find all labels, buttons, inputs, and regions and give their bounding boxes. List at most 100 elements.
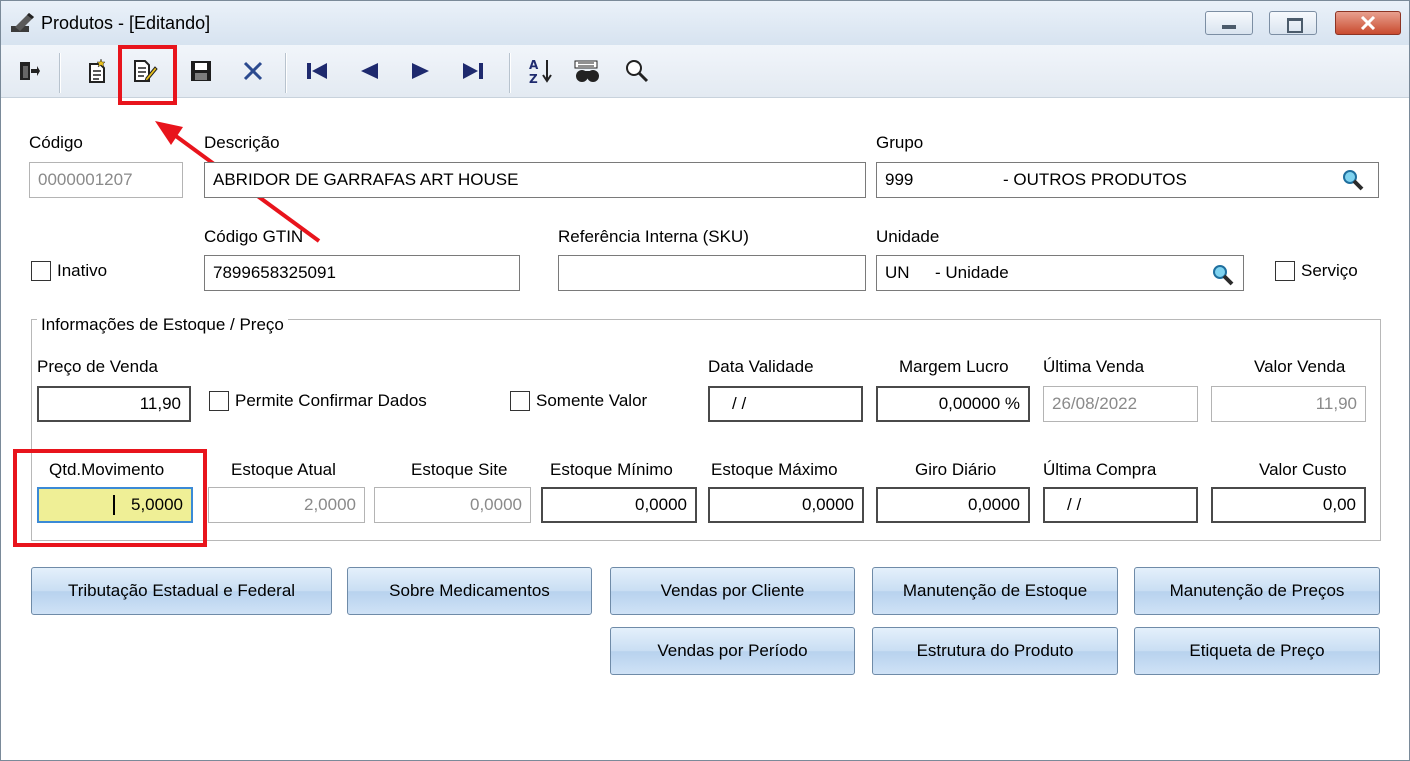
find-button[interactable]: [571, 55, 603, 87]
descricao-label: Descrição: [204, 133, 280, 152]
ultima-compra-value: / /: [1067, 495, 1082, 514]
tributacao-button-label: Tributação Estadual e Federal: [67, 581, 296, 600]
data-validade-label: Data Validade: [708, 357, 814, 376]
estoque-minimo-label: Estoque Mínimo: [550, 460, 673, 479]
grupo-label: Grupo: [876, 133, 924, 152]
estoque-site-label: Estoque Site: [411, 460, 508, 479]
next-record-button[interactable]: [405, 55, 437, 87]
estoque-minimo-field[interactable]: 0,0000: [541, 487, 697, 523]
permite-confirmar-checkbox[interactable]: [209, 391, 229, 411]
ultima-compra-field[interactable]: / /: [1043, 487, 1198, 523]
gtin-field[interactable]: 7899658325091: [204, 255, 520, 291]
app-edit-icon: [11, 13, 34, 32]
minimize-button[interactable]: [1205, 11, 1253, 35]
valor-custo-label: Valor Custo: [1259, 460, 1347, 479]
exit-button[interactable]: [13, 55, 45, 87]
grupo-name: - OUTROS PRODUTOS: [1003, 170, 1187, 189]
unidade-field[interactable]: UN - Unidade: [876, 255, 1244, 291]
descricao-value: ABRIDOR DE GARRAFAS ART HOUSE: [213, 170, 519, 189]
window: Produtos - [Editando] A Z Código 0000001…: [0, 0, 1410, 761]
margem-lucro-field[interactable]: 0,00000 %: [876, 386, 1030, 422]
giro-diario-field[interactable]: 0,0000: [876, 487, 1030, 523]
estoque-atual-label: Estoque Atual: [231, 460, 336, 479]
unidade-code: UN: [885, 263, 910, 282]
servico-checkbox[interactable]: [1275, 261, 1295, 281]
sku-field[interactable]: [558, 255, 866, 291]
qtd-movimento-highlight: [13, 449, 207, 547]
close-icon: [1360, 16, 1376, 30]
cancel-icon: [243, 61, 263, 81]
new-record-button[interactable]: [81, 55, 113, 87]
tributacao-button[interactable]: Tributação Estadual e Federal: [31, 567, 332, 615]
svg-text:A: A: [529, 58, 539, 72]
valor-venda-field[interactable]: 11,90: [1211, 386, 1366, 422]
somente-valor-checkbox[interactable]: [510, 391, 530, 411]
preco-venda-value: 11,90: [139, 394, 181, 413]
sobre-medicamentos-button[interactable]: Sobre Medicamentos: [347, 567, 592, 615]
manutencao-estoque-button[interactable]: Manutenção de Estoque: [872, 567, 1118, 615]
last-record-button[interactable]: [457, 55, 489, 87]
search-icon: [626, 60, 649, 83]
last-record-icon: [463, 63, 483, 79]
sort-az-icon: A Z: [529, 58, 552, 85]
window-title: Produtos - [Editando]: [41, 13, 211, 33]
valor-venda-label: Valor Venda: [1254, 357, 1346, 376]
close-button[interactable]: [1335, 11, 1401, 35]
ultima-venda-value: 26/08/2022: [1052, 394, 1138, 413]
estoque-site-field[interactable]: 0,0000: [374, 487, 531, 523]
estoque-atual-field[interactable]: 2,0000: [208, 487, 365, 523]
title-bar: Produtos - [Editando]: [1, 1, 1409, 45]
toolbar-separator: [509, 53, 511, 93]
grupo-lookup-icon[interactable]: [1341, 168, 1365, 192]
margem-lucro-value: 0,00000 %: [938, 394, 1020, 413]
estoque-site-value: 0,0000: [470, 495, 522, 514]
grupo-field[interactable]: 999 - OUTROS PRODUTOS: [876, 162, 1379, 198]
manutencao-estoque-button-label: Manutenção de Estoque: [902, 581, 1088, 600]
unidade-lookup-icon[interactable]: [1211, 263, 1235, 287]
search-button[interactable]: [621, 55, 653, 87]
preco-venda-label: Preço de Venda: [37, 357, 158, 376]
giro-diario-value: 0,0000: [968, 495, 1020, 514]
valor-custo-field[interactable]: 0,00: [1211, 487, 1366, 523]
inativo-checkbox[interactable]: [31, 261, 51, 281]
first-record-button[interactable]: [301, 55, 333, 87]
estrutura-produto-button[interactable]: Estrutura do Produto: [872, 627, 1118, 675]
maximize-button[interactable]: [1269, 11, 1317, 35]
margem-lucro-label: Margem Lucro: [899, 357, 1009, 376]
codigo-field[interactable]: 0000001207: [29, 162, 183, 198]
cancel-button[interactable]: [237, 55, 269, 87]
preco-venda-field[interactable]: 11,90: [37, 386, 191, 422]
prev-record-button[interactable]: [353, 55, 385, 87]
manutencao-precos-button[interactable]: Manutenção de Preços: [1134, 567, 1380, 615]
estoque-atual-value: 2,0000: [304, 495, 356, 514]
valor-custo-value: 0,00: [1322, 495, 1356, 514]
data-validade-value: / /: [732, 394, 747, 413]
save-icon: [191, 61, 211, 81]
svg-text:Z: Z: [529, 72, 538, 85]
estrutura-produto-button-label: Estrutura do Produto: [916, 641, 1074, 660]
etiqueta-preco-button[interactable]: Etiqueta de Preço: [1134, 627, 1380, 675]
estoque-maximo-label: Estoque Máximo: [711, 460, 838, 479]
save-button[interactable]: [185, 55, 217, 87]
estoque-minimo-value: 0,0000: [635, 495, 687, 514]
toolbar: A Z: [1, 45, 1409, 98]
prev-record-icon: [361, 63, 378, 79]
toolbar-separator: [285, 53, 287, 93]
data-validade-field[interactable]: / /: [708, 386, 863, 422]
etiqueta-preco-button-label: Etiqueta de Preço: [1189, 641, 1325, 660]
stock-price-group-title: Informações de Estoque / Preço: [37, 315, 288, 335]
vendas-por-periodo-button[interactable]: Vendas por Período: [610, 627, 855, 675]
servico-label: Serviço: [1301, 261, 1358, 280]
find-binoculars-icon: [574, 60, 599, 82]
inativo-label: Inativo: [57, 261, 108, 280]
descricao-field[interactable]: ABRIDOR DE GARRAFAS ART HOUSE: [204, 162, 866, 198]
next-record-icon: [412, 63, 429, 79]
sort-button[interactable]: A Z: [525, 55, 557, 87]
estoque-maximo-field[interactable]: 0,0000: [708, 487, 864, 523]
unidade-name: - Unidade: [935, 263, 1009, 282]
estoque-maximo-value: 0,0000: [802, 495, 854, 514]
sobre-medicamentos-button-label: Sobre Medicamentos: [389, 581, 550, 600]
vendas-por-cliente-button[interactable]: Vendas por Cliente: [610, 567, 855, 615]
ultima-venda-field[interactable]: 26/08/2022: [1043, 386, 1198, 422]
giro-diario-label: Giro Diário: [915, 460, 997, 479]
